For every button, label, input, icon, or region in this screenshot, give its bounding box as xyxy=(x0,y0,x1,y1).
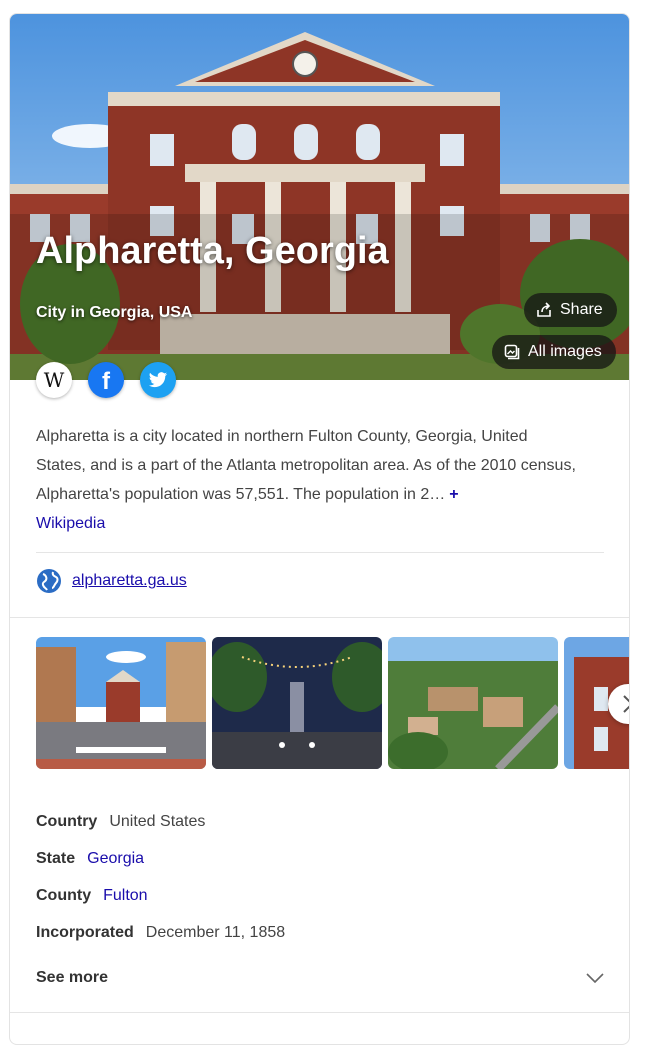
share-label: Share xyxy=(560,301,603,318)
fact-key: State xyxy=(36,850,76,867)
see-more-button[interactable]: See more xyxy=(36,969,604,987)
facebook-icon[interactable]: f xyxy=(88,362,124,398)
divider xyxy=(10,617,629,618)
fact-row: Incorporated December 11, 1858 xyxy=(36,921,285,958)
twitter-icon[interactable] xyxy=(140,362,176,398)
share-button[interactable]: Share xyxy=(524,293,617,327)
fact-value-link[interactable]: Fulton xyxy=(103,887,147,904)
hero-image[interactable]: Alpharetta, Georgia City in Georgia, USA… xyxy=(10,14,629,380)
fact-value-link[interactable]: Georgia xyxy=(87,850,144,867)
all-images-label: All images xyxy=(528,343,602,360)
fact-value: December 11, 1858 xyxy=(145,924,286,941)
share-icon xyxy=(537,302,551,317)
see-more-label: See more xyxy=(36,969,109,986)
fact-key: Incorporated xyxy=(36,924,134,941)
wikipedia-link[interactable]: Wikipedia xyxy=(36,515,105,532)
globe-icon xyxy=(37,569,61,593)
carousel-image[interactable] xyxy=(36,637,206,769)
carousel-image[interactable] xyxy=(388,637,558,769)
images-icon xyxy=(504,344,520,360)
knowledge-card: Alpharetta, Georgia City in Georgia, USA… xyxy=(9,13,630,1045)
expand-description-button[interactable]: + xyxy=(449,486,458,503)
description-text: Alpharetta is a city located in northern… xyxy=(36,428,576,503)
facts-list: Country United States State Georgia County… xyxy=(36,810,285,958)
fact-value: United States xyxy=(109,813,206,830)
wikipedia-icon[interactable]: W xyxy=(36,362,72,398)
website-url: alpharetta.ga.us xyxy=(72,572,187,589)
fact-row: County Fulton xyxy=(36,884,285,921)
divider xyxy=(10,1012,629,1013)
fact-key: Country xyxy=(36,813,98,830)
entity-description: Alpharetta is a city located in northern… xyxy=(36,422,576,538)
all-images-button[interactable]: All images xyxy=(492,335,616,369)
entity-title: Alpharetta, Georgia xyxy=(36,230,389,272)
chevron-down-icon xyxy=(586,973,604,983)
carousel-image[interactable] xyxy=(212,637,382,769)
fact-row: State Georgia xyxy=(36,847,285,884)
fact-key: County xyxy=(36,887,92,904)
divider xyxy=(36,552,604,553)
fact-row: Country United States xyxy=(36,810,285,847)
chevron-right-icon xyxy=(623,695,629,713)
website-link[interactable]: alpharetta.ga.us xyxy=(36,568,187,594)
image-carousel xyxy=(36,637,629,769)
entity-subtitle: City in Georgia, USA xyxy=(36,304,193,321)
